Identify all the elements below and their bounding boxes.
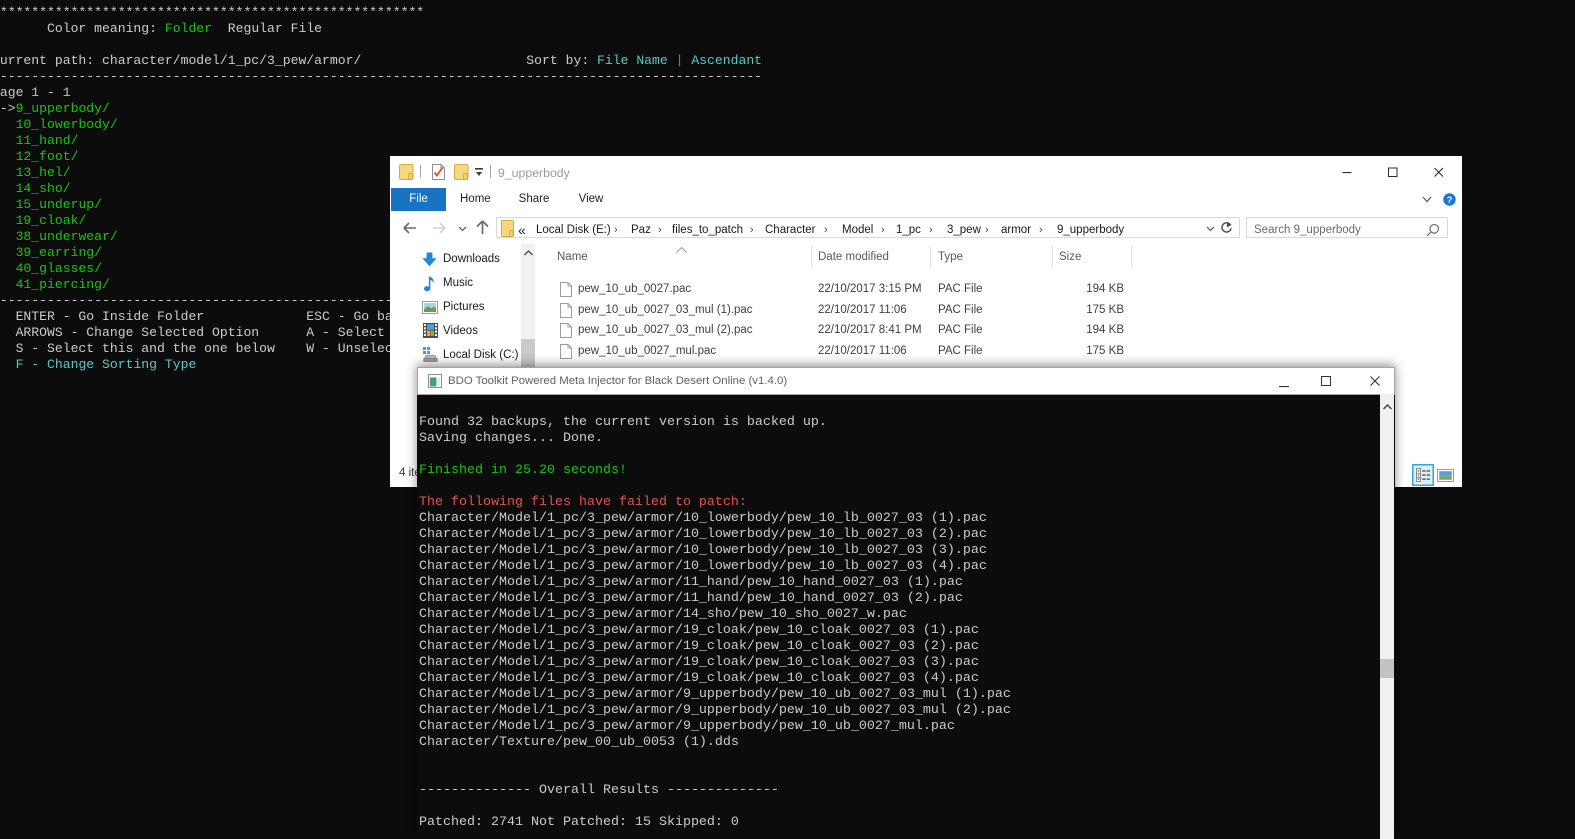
svg-text:?: ? <box>1447 195 1453 206</box>
